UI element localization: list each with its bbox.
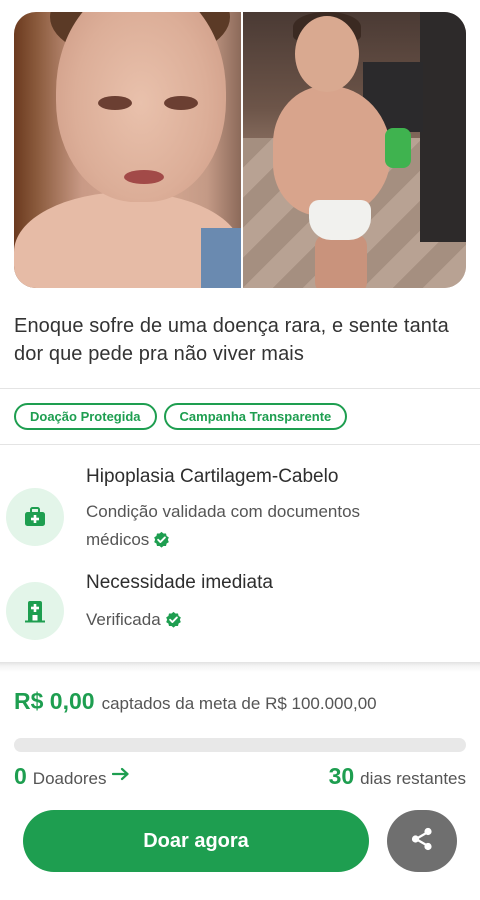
- days-count: 30: [328, 763, 355, 789]
- goal-text: captados da meta de R$ 100.000,00: [101, 694, 377, 713]
- feature-title: Necessidade imediata: [86, 572, 273, 593]
- campaign-tags: Doação Protegida Campanha Transparente: [14, 403, 348, 430]
- verified-check-icon: [165, 609, 182, 637]
- feature-description: Condição validada com documentos médicos: [86, 498, 416, 557]
- section-separator: [0, 662, 480, 672]
- first-aid-kit-icon: [6, 488, 64, 546]
- share-button[interactable]: [387, 810, 457, 872]
- feature-description-text: Condição validada com documentos médicos: [86, 502, 361, 549]
- donors-count: 0: [14, 763, 27, 789]
- transparent-campaign-tag[interactable]: Campanha Transparente: [163, 403, 348, 430]
- donate-now-button[interactable]: Doar agora: [23, 810, 369, 872]
- divider: [0, 388, 480, 389]
- days-remaining: 30 dias restantes: [329, 763, 466, 790]
- protected-donation-tag[interactable]: Doação Protegida: [14, 403, 157, 430]
- feature-description-text: Verificada: [86, 610, 161, 629]
- verified-check-icon: [153, 529, 170, 557]
- divider: [0, 444, 480, 445]
- arrow-right-icon: [111, 767, 130, 786]
- share-icon: [409, 826, 435, 857]
- campaign-title: Enoque sofre de uma doença rara, e sente…: [14, 315, 449, 365]
- campaign-hero-images[interactable]: [14, 12, 466, 288]
- feature-description: Verificada: [86, 606, 416, 637]
- hospital-icon: [6, 582, 64, 640]
- funding-progress-bar: [14, 738, 466, 752]
- days-label: dias restantes: [360, 769, 466, 788]
- campaign-photo-crying-child: [14, 12, 241, 288]
- raised-summary: R$ 0,00 captados da meta de R$ 100.000,0…: [14, 688, 377, 715]
- raised-amount: R$ 0,00: [14, 688, 95, 714]
- feature-title: Hipoplasia Cartilagem-Cabelo: [86, 466, 339, 487]
- donors-label: Doadores: [32, 769, 107, 788]
- campaign-photo-standing-child: [242, 12, 466, 288]
- donors-link[interactable]: 0 Doadores: [14, 763, 130, 790]
